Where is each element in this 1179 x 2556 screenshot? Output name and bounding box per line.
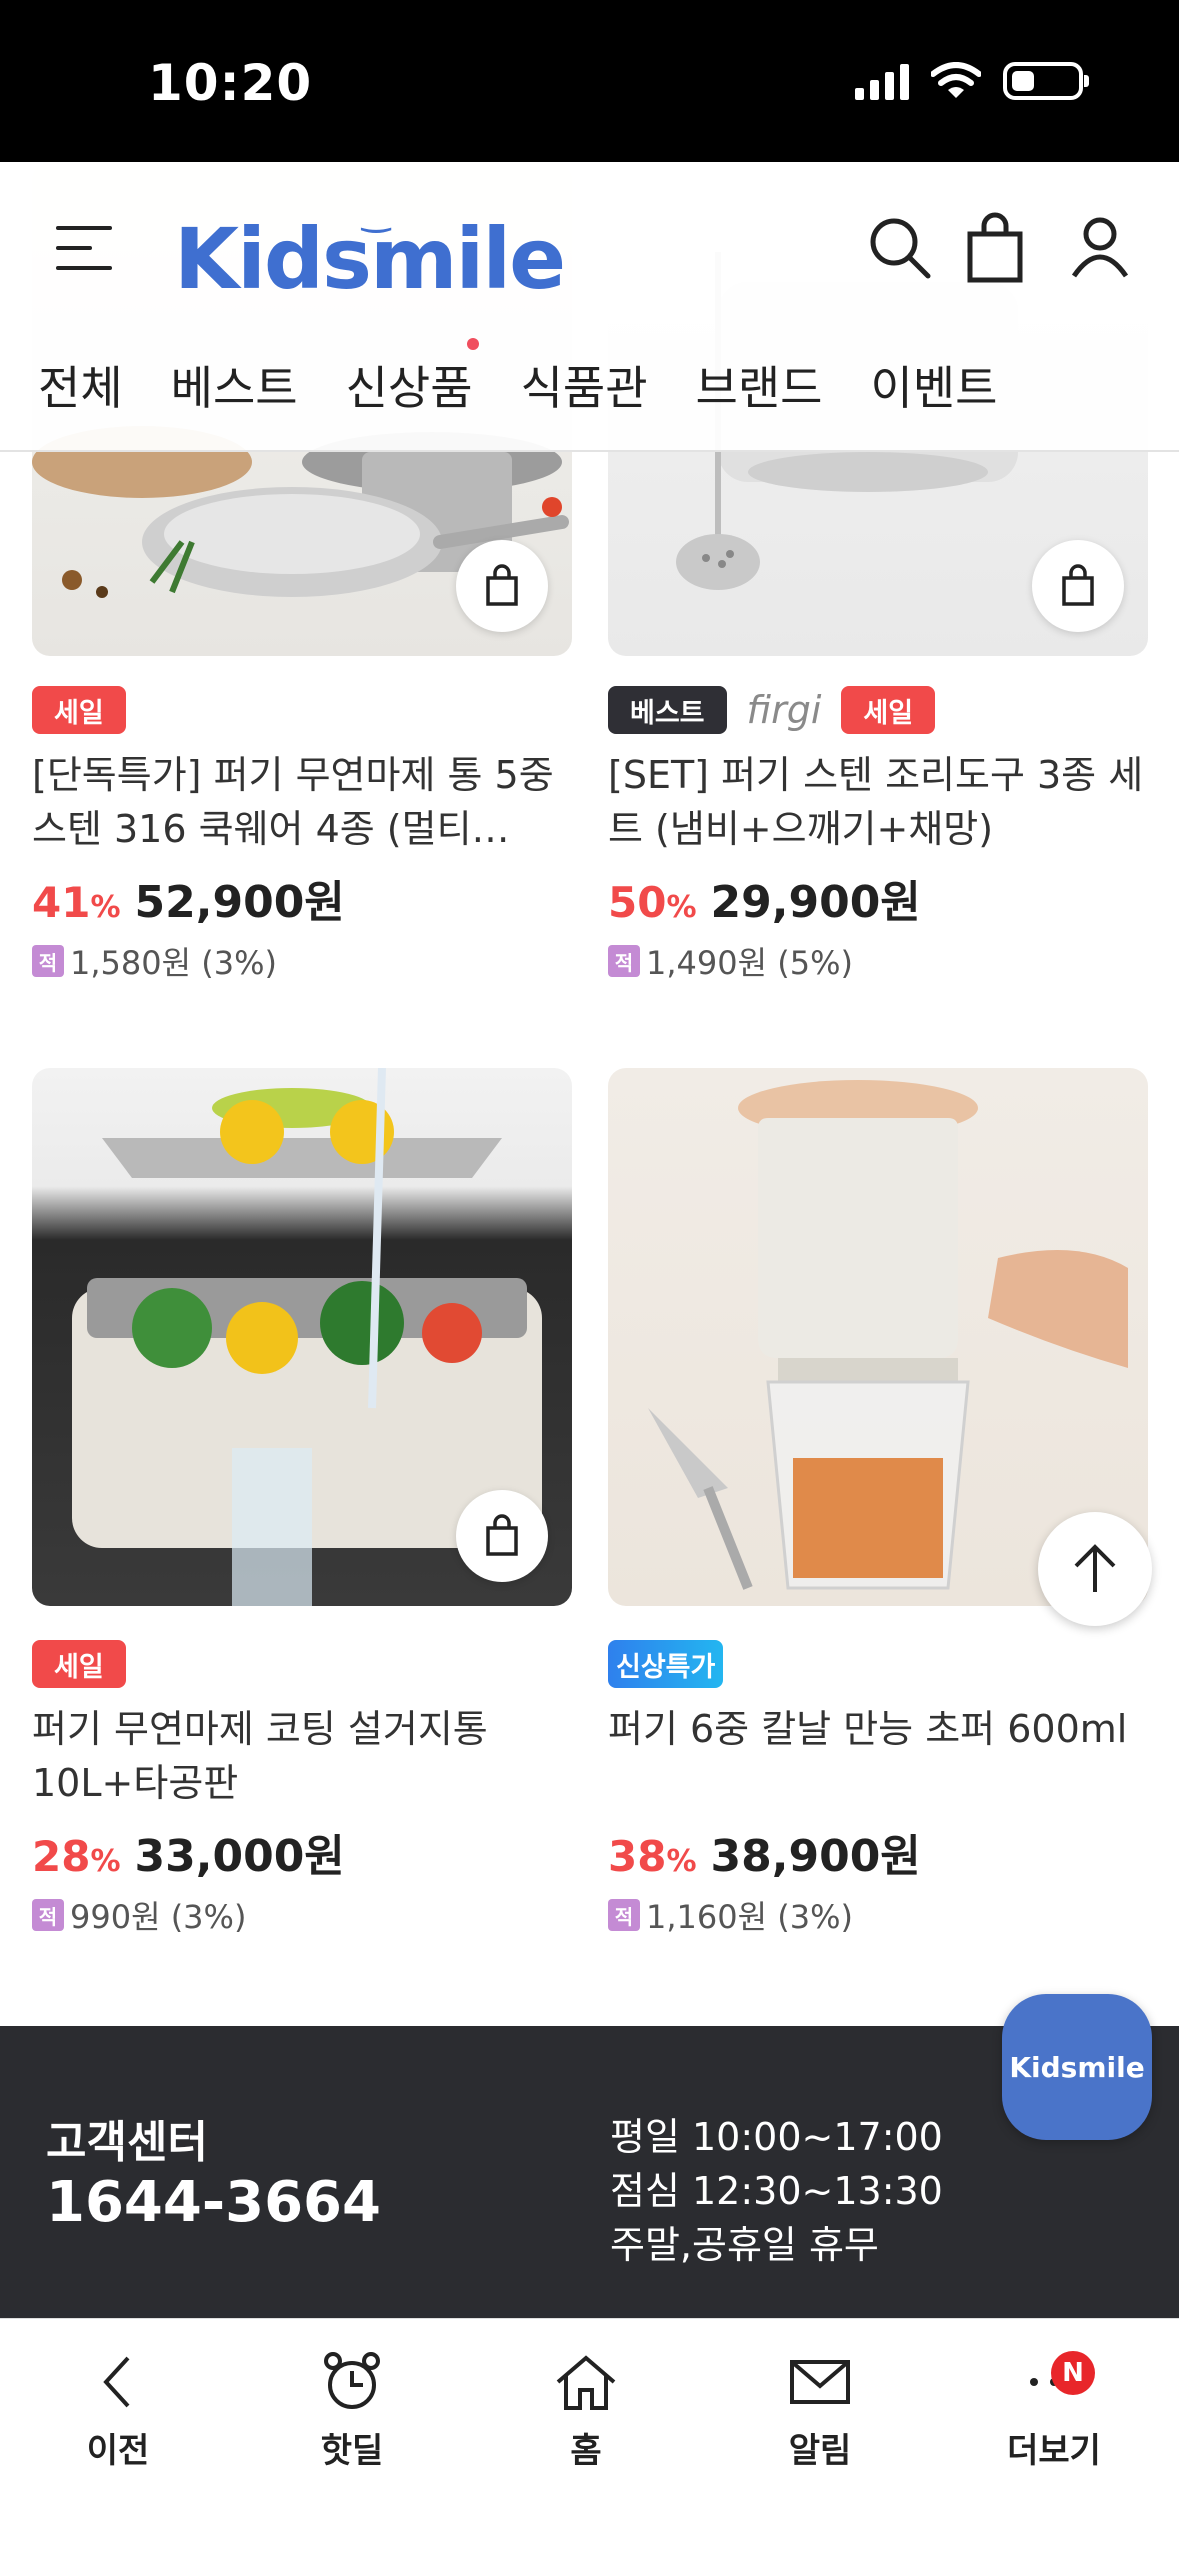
point-value: 990원 (3%) xyxy=(70,1898,247,1936)
kidsmile-logo[interactable]: Kidsmile ‿ xyxy=(174,194,566,308)
shopping-bag-icon xyxy=(486,1514,518,1556)
add-to-cart-button[interactable] xyxy=(456,540,548,632)
point-value: 1,160원 (3%) xyxy=(646,1898,853,1936)
product-price: 38,900원 xyxy=(710,1831,921,1882)
product-card[interactable]: 세일 퍼기 무연마제 코팅 설거지통 10L+타공판 28% 33,000원 적… xyxy=(32,1068,572,1938)
wifi-icon xyxy=(931,62,981,98)
shopping-bag-icon xyxy=(486,564,518,606)
point-row: 적 1,490원 (5%) xyxy=(608,938,1148,984)
product-price: 29,900원 xyxy=(710,877,921,928)
app-header: Kidsmile ‿ 전체 베스트 신상품 식품관 브랜드 이벤트 xyxy=(0,162,1179,452)
tab-notifications[interactable]: 알림 xyxy=(740,2349,900,2472)
smile-icon: ‿ xyxy=(362,194,390,234)
nav-all[interactable]: 전체 xyxy=(38,352,123,418)
point-value: 1,490원 (5%) xyxy=(646,944,853,982)
nav-brand[interactable]: 브랜드 xyxy=(696,352,823,418)
new-special-badge: 신상특가 xyxy=(608,1640,724,1688)
tab-hotdeal[interactable]: 핫딜 xyxy=(272,2349,432,2472)
badge-row: 베스트 firgi 세일 xyxy=(608,686,1148,734)
search-icon[interactable] xyxy=(864,212,936,284)
price-row: 41% 52,900원 xyxy=(32,866,572,930)
point-icon: 적 xyxy=(608,1899,640,1931)
discount-rate: 50% xyxy=(608,878,697,927)
weekday-hours: 평일 10:00~17:00 xyxy=(610,2115,943,2159)
nav-best[interactable]: 베스트 xyxy=(171,352,298,418)
new-notification-badge: N xyxy=(1051,2351,1095,2395)
sale-badge: 세일 xyxy=(32,1640,126,1688)
nav-new[interactable]: 신상품 xyxy=(346,338,479,418)
discount-rate: 41% xyxy=(32,878,121,927)
add-to-cart-button[interactable] xyxy=(456,1490,548,1582)
best-badge: 베스트 xyxy=(608,686,727,734)
discount-rate: 38% xyxy=(608,1832,697,1881)
price-row: 28% 33,000원 xyxy=(32,1820,572,1884)
product-price: 33,000원 xyxy=(134,1831,345,1882)
lunch-hours: 점심 12:30~13:30 xyxy=(610,2169,943,2213)
shopping-bag-icon[interactable] xyxy=(960,212,1032,284)
sale-badge: 세일 xyxy=(841,686,936,734)
status-time: 10:20 xyxy=(148,54,313,112)
badge-row: 세일 xyxy=(32,686,572,734)
tab-home[interactable]: 홈 xyxy=(506,2349,666,2472)
user-icon[interactable] xyxy=(1064,212,1136,284)
tab-back[interactable]: 이전 xyxy=(38,2349,198,2472)
product-title[interactable]: 퍼기 6중 칼날 만능 초퍼 600ml xyxy=(608,1702,1148,1810)
price-row: 50% 29,900원 xyxy=(608,866,1148,930)
product-price: 52,900원 xyxy=(134,877,345,928)
point-value: 1,580원 (3%) xyxy=(70,944,277,982)
category-nav: 전체 베스트 신상품 식품관 브랜드 이벤트 xyxy=(38,338,998,418)
product-title[interactable]: [SET] 퍼기 스텐 조리도구 3종 세트 (냄비+으깨기+채망) xyxy=(608,748,1148,856)
point-icon: 적 xyxy=(608,945,640,977)
holiday-notice: 주말,공휴일 휴무 xyxy=(610,2223,879,2267)
price-row: 38% 38,900원 xyxy=(608,1820,1148,1884)
point-row: 적 1,580원 (3%) xyxy=(32,938,572,984)
shopping-bag-icon xyxy=(1062,564,1094,606)
business-hours: 평일 10:00~17:00 점심 12:30~13:30 주말,공휴일 휴무 xyxy=(610,2110,943,2272)
add-to-cart-button[interactable] xyxy=(1032,540,1124,632)
point-row: 적 990원 (3%) xyxy=(32,1892,572,1938)
product-card[interactable]: 신상특가 퍼기 6중 칼날 만능 초퍼 600ml 38% 38,900원 적 … xyxy=(608,1068,1148,1938)
point-icon: 적 xyxy=(32,945,64,977)
product-image[interactable] xyxy=(32,1068,572,1606)
point-icon: 적 xyxy=(32,1899,64,1931)
brand-logo: firgi xyxy=(746,688,822,732)
new-dot-indicator xyxy=(466,338,479,350)
mail-icon xyxy=(790,2360,850,2404)
bottom-tab-bar: 이전 핫딜 홈 알림 N 더보기 xyxy=(0,2318,1179,2556)
product-title[interactable]: 퍼기 무연마제 코팅 설거지통 10L+타공판 xyxy=(32,1702,572,1810)
menu-icon[interactable] xyxy=(56,222,114,274)
battery-icon xyxy=(1003,62,1089,100)
kidsmile-floating-button[interactable]: Kidsmile xyxy=(1002,1994,1152,2140)
point-row: 적 1,160원 (3%) xyxy=(608,1892,1148,1938)
tab-more[interactable]: N 더보기 xyxy=(974,2349,1134,2472)
badge-row: 세일 xyxy=(32,1640,572,1688)
cellular-signal-icon xyxy=(855,62,909,100)
customer-center-phone[interactable]: 1644-3664 xyxy=(46,2170,381,2235)
nav-event[interactable]: 이벤트 xyxy=(871,352,998,418)
sale-badge: 세일 xyxy=(32,686,126,734)
nav-food[interactable]: 식품관 xyxy=(521,352,648,418)
status-bar: 10:20 xyxy=(0,0,1179,162)
alarm-clock-icon xyxy=(324,2352,380,2409)
home-icon xyxy=(556,2355,616,2410)
discount-rate: 28% xyxy=(32,1832,121,1881)
scroll-top-button[interactable] xyxy=(1038,1512,1152,1626)
status-icons xyxy=(855,62,1089,100)
arrow-up-icon xyxy=(1074,1544,1116,1592)
badge-row: 신상특가 xyxy=(608,1640,1148,1688)
product-title[interactable]: [단독특가] 퍼기 무연마제 통 5중 스텐 316 쿡웨어 4종 (멀티… xyxy=(32,748,572,856)
chevron-left-icon xyxy=(103,2356,130,2408)
customer-center-label: 고객센터 xyxy=(46,2117,208,2168)
